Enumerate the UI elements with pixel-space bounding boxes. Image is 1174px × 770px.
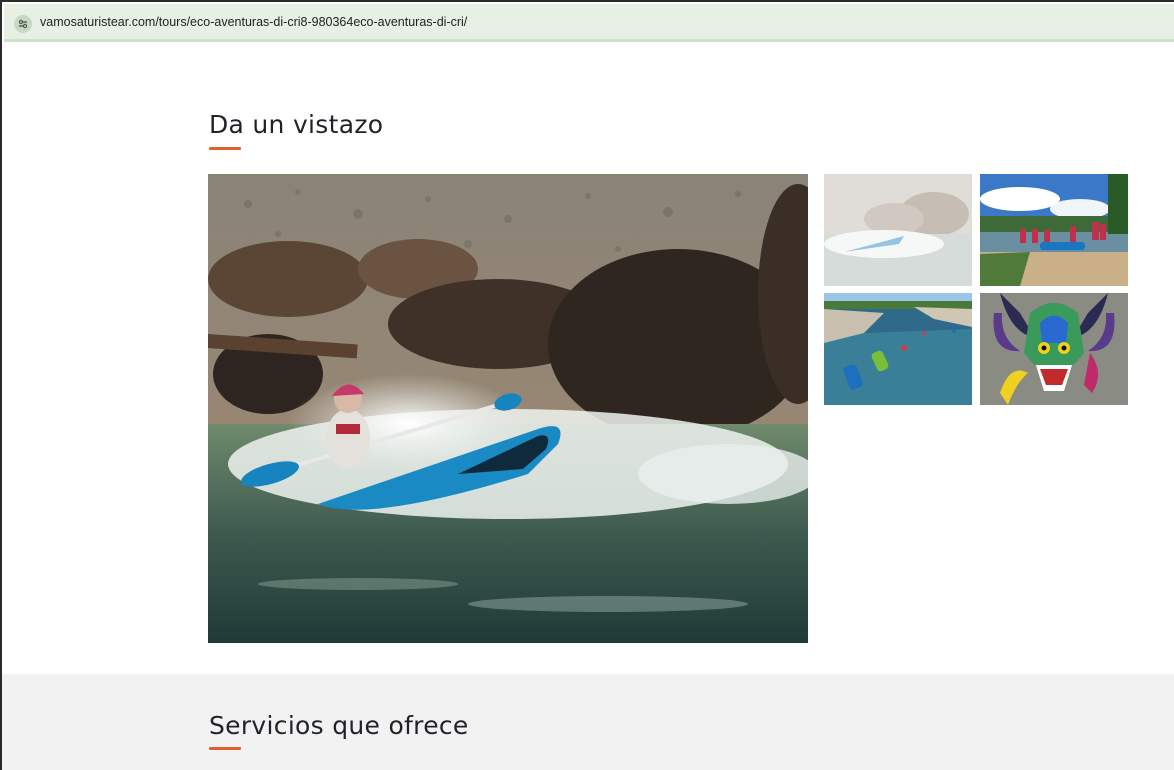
url-pill[interactable]: vamosaturistear.com/tours/eco-aventuras-… <box>4 4 1174 42</box>
gallery-thumb-rapids[interactable] <box>824 174 972 286</box>
gallery-title: Da un vistazo <box>209 110 384 139</box>
services-section <box>2 674 1174 770</box>
services-title-underline <box>209 747 241 750</box>
gallery-main-image[interactable] <box>208 174 808 643</box>
site-settings-icon[interactable] <box>14 15 32 33</box>
gallery-thumb-river[interactable] <box>824 293 972 405</box>
url-text[interactable]: vamosaturistear.com/tours/eco-aventuras-… <box>40 15 467 29</box>
gallery-title-underline <box>209 147 241 150</box>
browser-address-bar[interactable]: vamosaturistear.com/tours/eco-aventuras-… <box>2 2 1174 42</box>
gallery-thumb-mask[interactable] <box>980 293 1128 405</box>
gallery-thumb-group[interactable] <box>980 174 1128 286</box>
services-title: Servicios que ofrece <box>209 711 469 740</box>
